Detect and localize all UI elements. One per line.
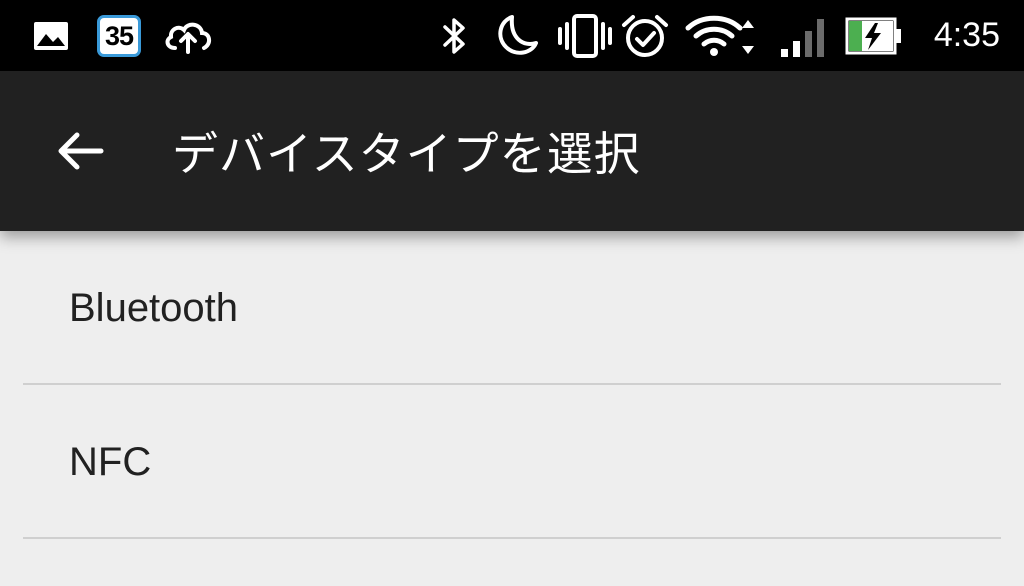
alarm-icon bbox=[621, 0, 669, 71]
list-item-bluetooth[interactable]: Bluetooth bbox=[0, 231, 1024, 385]
status-bar: 35 4:35 bbox=[0, 0, 1024, 71]
cloud-upload-icon bbox=[163, 0, 213, 71]
clock: 4:35 bbox=[933, 16, 1000, 54]
bluetooth-icon bbox=[441, 0, 469, 71]
notification-count: 35 bbox=[104, 20, 134, 51]
back-button[interactable] bbox=[48, 121, 112, 181]
cellular-signal-icon bbox=[779, 0, 829, 71]
vibrate-icon bbox=[558, 0, 612, 71]
calendar-badge-icon: 35 bbox=[97, 15, 141, 57]
wifi-icon bbox=[685, 0, 763, 71]
device-type-list: Bluetooth NFC bbox=[0, 231, 1024, 539]
list-item-label: NFC bbox=[69, 439, 152, 484]
divider bbox=[23, 537, 1001, 539]
do-not-disturb-moon-icon bbox=[494, 0, 540, 71]
battery-charging-icon bbox=[845, 0, 903, 71]
list-item-label: Bluetooth bbox=[69, 285, 239, 330]
page-title: デバイスタイプを選択 bbox=[172, 127, 641, 181]
image-icon bbox=[33, 0, 69, 71]
app-bar: デバイスタイプを選択 bbox=[0, 71, 1024, 231]
list-item-nfc[interactable]: NFC bbox=[0, 385, 1024, 539]
arrow-back-icon bbox=[58, 132, 104, 170]
